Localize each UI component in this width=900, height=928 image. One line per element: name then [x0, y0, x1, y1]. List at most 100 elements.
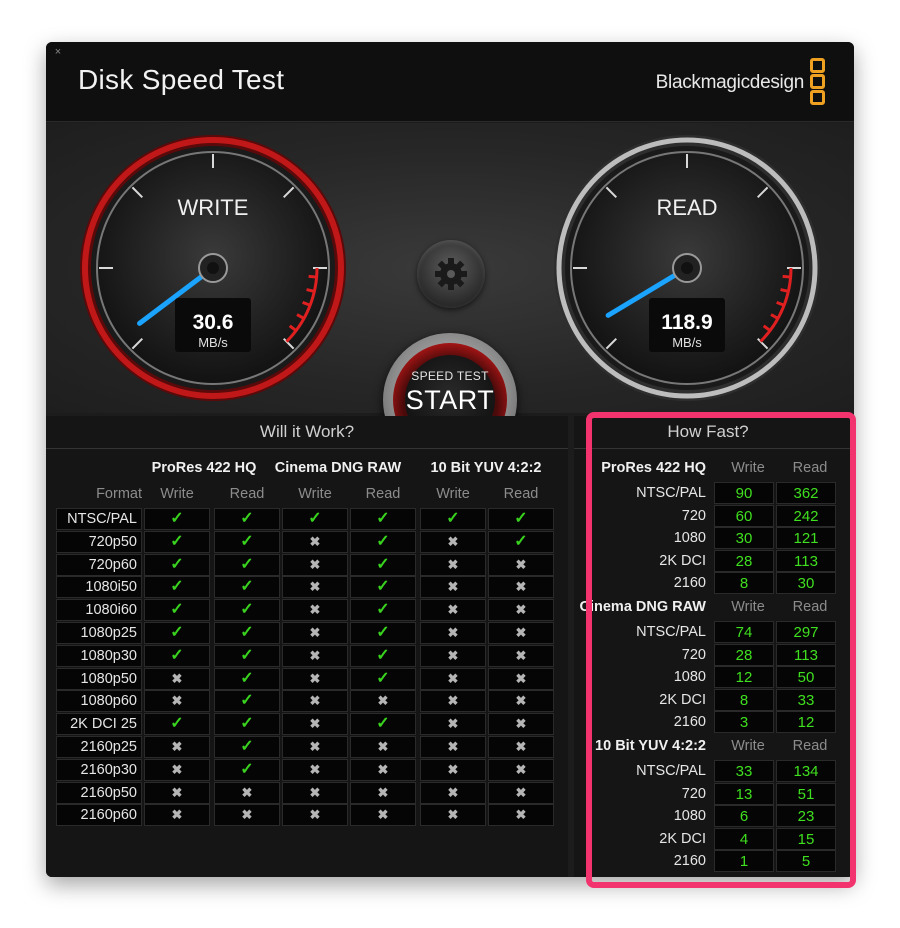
- cross-icon: ✖: [488, 781, 554, 804]
- cross-icon: ✖: [488, 758, 554, 781]
- cross-icon: ✖: [350, 690, 416, 713]
- format-label: 2160p25: [56, 736, 142, 758]
- check-icon: ✓: [214, 667, 280, 690]
- write-speed-value: 30.6: [193, 311, 234, 334]
- check-icon: ✓: [214, 622, 280, 644]
- how-fast-write-value: 30: [714, 527, 774, 550]
- column-header: Write: [436, 486, 470, 502]
- check-icon: ✓: [214, 758, 280, 781]
- how-fast-read-value: 33: [776, 688, 836, 711]
- cross-icon: ✖: [144, 781, 210, 804]
- column-header: Write: [160, 486, 194, 502]
- group-10bit-yuv: 10 Bit YUV 4:2:2: [430, 460, 542, 476]
- column-header: Read: [503, 486, 539, 502]
- will-it-work-title: Will it Work?: [259, 422, 355, 441]
- format-label: 2160p50: [56, 781, 142, 804]
- cross-icon: ✖: [420, 599, 486, 622]
- how-fast-column-header: Read: [792, 599, 828, 615]
- check-icon: ✓: [350, 508, 416, 530]
- how-fast-write-value: 60: [714, 504, 774, 527]
- check-icon: ✓: [214, 736, 280, 758]
- check-icon: ✓: [282, 508, 348, 530]
- how-fast-row-label: 720: [681, 646, 706, 663]
- how-fast-panel: How Fast? ProRes 422 HQ Write Read NTSC/PAL…: [574, 416, 854, 877]
- how-fast-row-label: NTSC/PAL: [636, 624, 706, 640]
- check-icon: ✓: [350, 622, 416, 644]
- how-fast-row-label: 2K DCI: [659, 691, 706, 708]
- check-icon: ✓: [488, 508, 554, 530]
- check-icon: ✓: [214, 508, 280, 530]
- cross-icon: ✖: [282, 576, 348, 599]
- cross-icon: ✖: [282, 622, 348, 644]
- how-fast-write-value: 74: [714, 621, 774, 643]
- how-fast-read-value: 242: [776, 504, 836, 527]
- cross-icon: ✖: [282, 758, 348, 781]
- check-icon: ✓: [214, 553, 280, 576]
- check-icon: ✓: [350, 599, 416, 622]
- cross-icon: ✖: [488, 667, 554, 690]
- how-fast-group-title: Cinema DNG RAW: [579, 599, 707, 615]
- how-fast-read-value: 51: [776, 782, 836, 805]
- format-row: 720p60 ✓ ✓ ✖ ✓ ✖ ✖: [56, 553, 558, 576]
- gear-icon: [435, 258, 467, 290]
- cross-icon: ✖: [420, 644, 486, 667]
- check-icon: ✓: [420, 508, 486, 530]
- check-icon: ✓: [350, 713, 416, 736]
- how-fast-row-label: 2K DCI: [659, 830, 706, 847]
- app-window: × Disk Speed Test Blackmagicdesign WRITE…: [46, 42, 854, 877]
- how-fast-read-value: 297: [776, 621, 836, 643]
- cross-icon: ✖: [282, 599, 348, 622]
- how-fast-row-label: 720: [681, 507, 706, 524]
- cross-icon: ✖: [420, 713, 486, 736]
- how-fast-read-value: 12: [776, 711, 836, 734]
- check-icon: ✓: [350, 530, 416, 553]
- cross-icon: ✖: [350, 758, 416, 781]
- cross-icon: ✖: [350, 804, 416, 827]
- cross-icon: ✖: [420, 804, 486, 827]
- cross-icon: ✖: [282, 667, 348, 690]
- read-speed-value: 118.9: [661, 311, 712, 334]
- how-fast-read-value: 5: [776, 850, 836, 873]
- brand-name: Blackmagicdesign: [655, 72, 805, 93]
- format-label: 1080p50: [56, 667, 142, 690]
- cross-icon: ✖: [282, 713, 348, 736]
- how-fast-row-label: 2160: [673, 853, 706, 870]
- cross-icon: ✖: [282, 736, 348, 758]
- close-icon[interactable]: ×: [52, 46, 64, 58]
- format-label: 720p50: [56, 530, 142, 553]
- format-label: 2160p30: [56, 758, 142, 781]
- how-fast-row-label: 720: [681, 785, 706, 802]
- format-row: 720p50 ✓ ✓ ✖ ✓ ✖ ✓: [56, 530, 558, 553]
- how-fast-row-label: 1080: [673, 808, 706, 825]
- format-row: NTSC/PAL ✓ ✓ ✓ ✓ ✓ ✓: [56, 508, 558, 530]
- format-row: 2160p25 ✖ ✓ ✖ ✖ ✖ ✖: [56, 736, 558, 758]
- format-label: 1080p30: [56, 644, 142, 667]
- how-fast-write-value: 28: [714, 549, 774, 572]
- cross-icon: ✖: [488, 644, 554, 667]
- how-fast-row-label: 2160: [673, 575, 706, 592]
- settings-button[interactable]: [417, 240, 485, 308]
- check-icon: ✓: [350, 667, 416, 690]
- column-header: Read: [229, 486, 265, 502]
- how-fast-row-label: NTSC/PAL: [636, 763, 706, 779]
- how-fast-row-label: 1080: [673, 530, 706, 547]
- app-title: Disk Speed Test: [78, 64, 285, 95]
- cross-icon: ✖: [144, 690, 210, 713]
- cross-icon: ✖: [420, 667, 486, 690]
- check-icon: ✓: [214, 690, 280, 713]
- how-fast-column-header: Read: [792, 460, 828, 476]
- write-gauge: WRITE 30.6 MB/s: [80, 135, 346, 401]
- how-fast-read-value: 134: [776, 760, 836, 782]
- cross-icon: ✖: [144, 736, 210, 758]
- how-fast-read-value: 121: [776, 527, 836, 550]
- how-fast-read-value: 15: [776, 827, 836, 850]
- format-label: NTSC/PAL: [56, 508, 142, 530]
- cross-icon: ✖: [420, 530, 486, 553]
- write-gauge-label: WRITE: [178, 195, 249, 220]
- read-gauge-label: READ: [656, 195, 717, 220]
- how-fast-column-header: Write: [731, 599, 765, 615]
- group-cinema-dng: Cinema DNG RAW: [274, 460, 402, 476]
- cross-icon: ✖: [420, 622, 486, 644]
- check-icon: ✓: [144, 576, 210, 599]
- cross-icon: ✖: [214, 781, 280, 804]
